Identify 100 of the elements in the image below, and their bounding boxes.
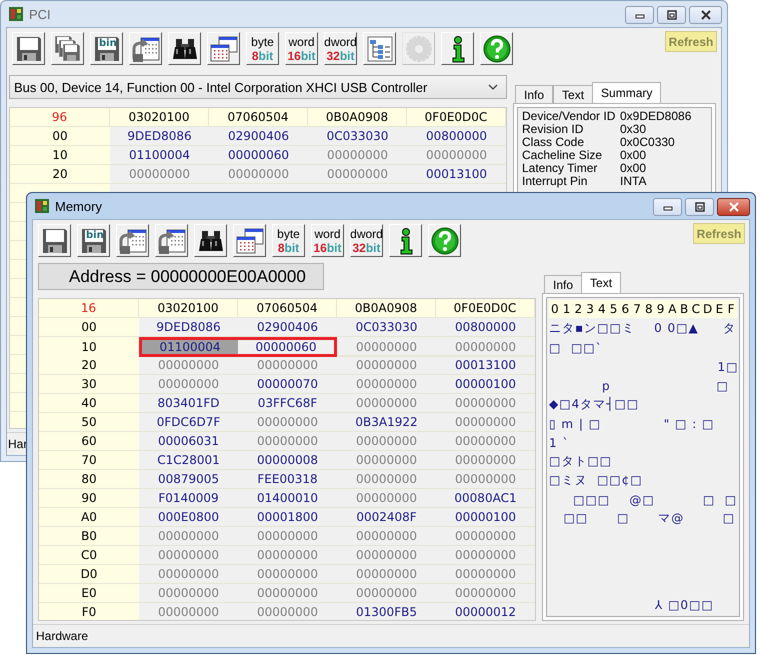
table-cell[interactable]: 00000000	[436, 565, 535, 584]
table-cell[interactable]: 000E0800	[139, 508, 238, 527]
table-cell[interactable]: 00000000	[308, 165, 407, 184]
data-width-button[interactable]: byte 8bit	[272, 224, 305, 257]
find-button[interactable]	[194, 224, 227, 257]
tab[interactable]: Text	[553, 85, 594, 103]
table-cell[interactable]: 00879005	[139, 470, 238, 489]
table-cell[interactable]: 00000000	[407, 146, 506, 165]
table-cell[interactable]: 00000000	[238, 546, 337, 565]
table-cell[interactable]: 00000000	[436, 413, 535, 432]
save-binary-button[interactable]: bin	[77, 224, 110, 257]
device-dropdown[interactable]: Bus 00, Device 14, Function 00 - Intel Corporation XHCI USB Controller	[9, 75, 507, 99]
table-cell[interactable]: 00000000	[436, 527, 535, 546]
table-cell[interactable]: 00080AC1	[436, 489, 535, 508]
table-cell[interactable]: 00000000	[209, 165, 308, 184]
table-cell[interactable]: 00000000	[337, 394, 436, 413]
table-cell[interactable]: 803401FD	[139, 394, 238, 413]
tab[interactable]: Info	[515, 85, 554, 103]
windows-button[interactable]	[207, 32, 240, 65]
table-cell[interactable]: 00000000	[139, 375, 238, 394]
maximize-button[interactable]	[685, 198, 714, 216]
table-cell[interactable]: 00013100	[436, 356, 535, 375]
table-cell[interactable]: 01100004	[110, 146, 209, 165]
data-width-button[interactable]: dword 32bit	[324, 32, 357, 65]
table-cell[interactable]: 00000000	[337, 470, 436, 489]
table-cell[interactable]: 00000000	[436, 546, 535, 565]
table-cell[interactable]: 00000012	[436, 603, 535, 620]
table-cell[interactable]: 0C033030	[337, 318, 436, 337]
table-cell[interactable]: 03FFC68F	[238, 394, 337, 413]
tree-button[interactable]	[363, 32, 396, 65]
save-binary-button[interactable]: bin	[90, 32, 123, 65]
table-cell[interactable]: 00013100	[407, 165, 506, 184]
refresh-button[interactable]: Refresh	[693, 223, 745, 244]
table-cell[interactable]: 00000000	[337, 489, 436, 508]
table-cell[interactable]: 00000000	[238, 527, 337, 546]
maximize-button[interactable]	[657, 6, 686, 24]
table-cell[interactable]: 00000000	[238, 432, 337, 451]
table-cell[interactable]: 00000060	[209, 146, 308, 165]
table-cell[interactable]: 01400010	[238, 489, 337, 508]
import-button[interactable]	[116, 224, 149, 257]
table-cell[interactable]: 00000000	[436, 451, 535, 470]
table-cell[interactable]: 00000000	[238, 565, 337, 584]
data-width-button[interactable]: word 16bit	[285, 32, 318, 65]
table-cell[interactable]: 00000000	[308, 146, 407, 165]
help-button[interactable]	[480, 32, 513, 65]
table-cell[interactable]: 00000070	[238, 375, 337, 394]
data-width-button[interactable]: word 16bit	[311, 224, 344, 257]
save-all-button[interactable]	[51, 32, 84, 65]
table-cell[interactable]: 00006031	[139, 432, 238, 451]
table-cell[interactable]: 00000000	[436, 584, 535, 603]
table-cell[interactable]: 00000000	[139, 356, 238, 375]
table-cell[interactable]: 00000000	[238, 584, 337, 603]
table-cell[interactable]: 00800000	[407, 127, 506, 146]
table-cell[interactable]: 00000000	[436, 337, 535, 357]
help-button[interactable]	[428, 224, 461, 257]
table-cell[interactable]: 00000000	[436, 432, 535, 451]
data-width-button[interactable]: dword 32bit	[350, 224, 383, 257]
table-cell[interactable]: 01300FB5	[337, 603, 436, 620]
table-cell[interactable]: 00000000	[110, 165, 209, 184]
find-button[interactable]	[168, 32, 201, 65]
table-cell[interactable]: 00000000	[337, 337, 436, 357]
minimize-button[interactable]	[653, 198, 682, 216]
save-button[interactable]	[38, 224, 71, 257]
import-button[interactable]	[155, 224, 188, 257]
table-cell[interactable]: 00000100	[436, 375, 535, 394]
table-cell[interactable]: 00000000	[139, 565, 238, 584]
table-cell[interactable]: 0FDC6D7F	[139, 413, 238, 432]
table-cell[interactable]: 00000008	[238, 451, 337, 470]
table-cell[interactable]: 00000000	[238, 603, 337, 620]
windows-button[interactable]	[233, 224, 266, 257]
table-cell[interactable]: 00000000	[337, 356, 436, 375]
table-cell[interactable]: 02900406	[209, 127, 308, 146]
table-cell[interactable]: 00000000	[139, 603, 238, 620]
tab[interactable]: Summary	[592, 82, 662, 103]
table-cell[interactable]: 00000000	[139, 584, 238, 603]
refresh-button[interactable]: Refresh	[665, 31, 717, 52]
close-button[interactable]	[717, 198, 750, 216]
table-cell[interactable]: 00000000	[139, 546, 238, 565]
close-button[interactable]	[689, 6, 722, 24]
tab[interactable]: Text	[581, 272, 622, 293]
minimize-button[interactable]	[625, 6, 654, 24]
table-cell[interactable]: 00000000	[238, 356, 337, 375]
table-cell[interactable]: F0140009	[139, 489, 238, 508]
tab[interactable]: Info	[544, 275, 582, 293]
import-button[interactable]	[129, 32, 162, 65]
table-cell[interactable]: 00000000	[337, 546, 436, 565]
info-button[interactable]	[389, 224, 422, 257]
table-cell[interactable]: 9DED8086	[110, 127, 209, 146]
table-cell[interactable]: C1C28001	[139, 451, 238, 470]
table-cell[interactable]: 00000000	[337, 432, 436, 451]
save-button[interactable]	[12, 32, 45, 65]
table-cell[interactable]: 00001800	[238, 508, 337, 527]
table-cell[interactable]: 00000000	[238, 413, 337, 432]
table-cell[interactable]: 00000000	[436, 470, 535, 489]
table-cell[interactable]: 02900406	[238, 318, 337, 337]
data-width-button[interactable]: byte 8bit	[246, 32, 279, 65]
table-cell[interactable]: 00000000	[436, 394, 535, 413]
table-cell[interactable]: 00000000	[139, 527, 238, 546]
table-cell[interactable]: 00000100	[436, 508, 535, 527]
table-cell[interactable]: 00000000	[337, 375, 436, 394]
